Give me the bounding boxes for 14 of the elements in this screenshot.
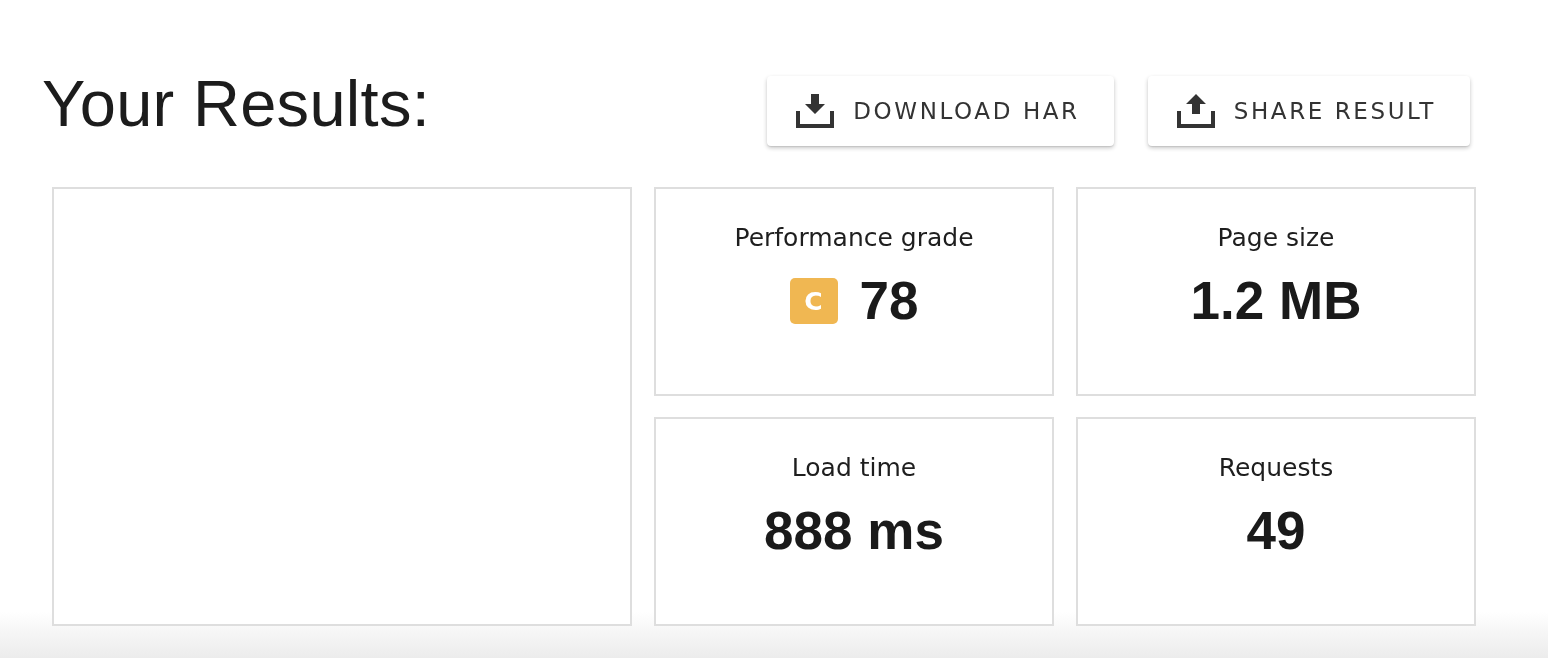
metric-value: 78 (859, 271, 919, 331)
download-icon (796, 93, 835, 129)
share-button[interactable]: SHARE RESULT (1147, 76, 1470, 146)
metric-value: 1.2 MB (1190, 271, 1362, 331)
page-title: Your Results: (42, 68, 431, 140)
grade-badge: C (789, 278, 838, 324)
download-button[interactable]: DOWNLOAD HAR (767, 76, 1114, 146)
metric-label: Requests (1218, 452, 1334, 484)
metric-label: Load time (791, 452, 917, 484)
metric-label: Performance grade (734, 222, 974, 254)
metric-value: 49 (1246, 501, 1306, 561)
metric-label: Page size (1217, 222, 1335, 254)
upload-icon (1176, 93, 1215, 129)
metric-value: 888 ms (764, 501, 944, 561)
